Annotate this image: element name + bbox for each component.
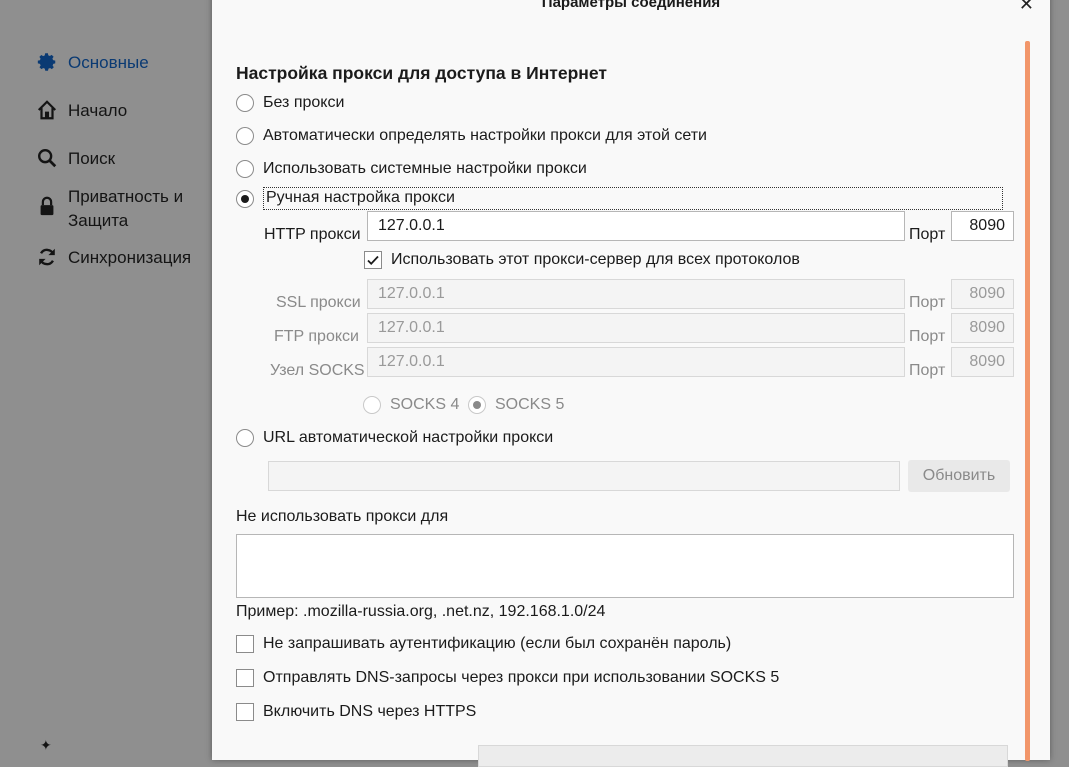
- socks-host-input[interactable]: 127.0.0.1: [367, 347, 905, 377]
- search-icon: [36, 147, 58, 169]
- sidebar-item-search[interactable]: Поиск: [36, 147, 115, 171]
- checkbox-dns-via-socks5[interactable]: Отправлять DNS-запросы через прокси при …: [236, 669, 779, 687]
- proxy-heading: Настройка прокси для доступа в Интернет: [236, 63, 607, 83]
- radio-button[interactable]: [236, 94, 254, 112]
- sidebar-item-label: Основные: [68, 53, 149, 72]
- radio-no-proxy[interactable]: Без прокси: [236, 94, 344, 112]
- radio-label: Использовать системные настройки прокси: [263, 160, 587, 177]
- radio-button[interactable]: [363, 396, 381, 414]
- lock-icon: [36, 195, 58, 217]
- http-proxy-label: HTTP прокси: [264, 226, 361, 243]
- sidebar-item-label: Приватность и Защита: [68, 187, 184, 230]
- radio-button[interactable]: [236, 127, 254, 145]
- sidebar-item-label: Поиск: [68, 149, 116, 168]
- use-for-all-protocols[interactable]: Использовать этот прокси-сервер для всех…: [364, 251, 800, 269]
- radio-label: Автоматически определять настройки прокс…: [263, 127, 707, 144]
- http-port-label: Порт: [909, 226, 946, 243]
- sync-icon: [36, 246, 58, 268]
- checkbox-label: Использовать этот прокси-сервер для всех…: [391, 251, 800, 268]
- radio-auto-detect[interactable]: Автоматически определять настройки прокс…: [236, 127, 707, 145]
- checkbox-checked[interactable]: [364, 251, 382, 269]
- sidebar-item-general[interactable]: Основные: [36, 51, 149, 75]
- radio-label: Ручная настройка прокси: [263, 187, 1003, 210]
- http-proxy-input[interactable]: 127.0.0.1: [367, 211, 905, 241]
- sidebar-item-label: Синхронизация: [68, 248, 192, 267]
- checkbox[interactable]: [236, 703, 254, 721]
- no-proxy-for-label: Не использовать прокси для: [236, 508, 449, 525]
- radio-manual-proxy[interactable]: Ручная настройка прокси: [236, 187, 1003, 210]
- connection-settings-dialog: Параметры соединения ✕ Настройка прокси …: [212, 0, 1050, 767]
- sidebar-item-partial-icon: ✦: [40, 737, 52, 753]
- radio-auto-config-url[interactable]: URL автоматической настройки прокси: [236, 429, 553, 447]
- home-icon: [36, 99, 58, 121]
- checkbox-label: Включить DNS через HTTPS: [263, 703, 477, 720]
- ftp-proxy-label: FTP прокси: [274, 328, 359, 345]
- radio-system-proxy[interactable]: Использовать системные настройки прокси: [236, 160, 587, 178]
- ssl-port-input[interactable]: 8090: [951, 279, 1014, 309]
- radio-button[interactable]: [468, 396, 486, 414]
- sidebar-item-privacy[interactable]: Приватность и Защита: [36, 185, 206, 233]
- sidebar-item-label: Начало: [68, 101, 128, 120]
- ftp-port-input[interactable]: 8090: [951, 313, 1014, 343]
- checkbox-no-auth-prompt[interactable]: Не запрашивать аутентификацию (если был …: [236, 635, 731, 653]
- checkbox[interactable]: [236, 669, 254, 687]
- checkbox-label: Отправлять DNS-запросы через прокси при …: [263, 669, 780, 686]
- http-port-input[interactable]: 8090: [951, 211, 1014, 241]
- sidebar: Основные Начало Поиск Приватность и Защи…: [0, 0, 212, 753]
- auto-config-url-input[interactable]: [268, 461, 900, 491]
- radio-label: URL автоматической настройки прокси: [263, 429, 554, 446]
- checkbox[interactable]: [236, 635, 254, 653]
- radio-button[interactable]: [236, 160, 254, 178]
- socks-host-label: Узел SOCKS: [270, 362, 365, 379]
- socks-port-input[interactable]: 8090: [951, 347, 1014, 377]
- dns-provider-select-partial[interactable]: [478, 745, 1008, 767]
- dialog-content: Настройка прокси для доступа в Интернет …: [236, 0, 1026, 767]
- radio-label: SOCKS 4: [390, 396, 460, 413]
- radio-socks4[interactable]: SOCKS 4: [363, 396, 459, 414]
- radio-button[interactable]: [236, 189, 254, 208]
- gear-icon: [36, 51, 58, 73]
- no-proxy-example: Пример: .mozilla-russia.org, .net.nz, 19…: [236, 603, 606, 620]
- ftp-proxy-input[interactable]: 127.0.0.1: [367, 313, 905, 343]
- checkbox-label: Не запрашивать аутентификацию (если был …: [263, 635, 732, 652]
- ssl-proxy-label: SSL прокси: [276, 294, 361, 311]
- sidebar-item-home[interactable]: Начало: [36, 99, 127, 123]
- radio-socks5[interactable]: SOCKS 5: [468, 396, 564, 414]
- no-proxy-for-textarea[interactable]: [236, 534, 1014, 598]
- sidebar-item-sync[interactable]: Синхронизация: [36, 246, 191, 270]
- radio-button[interactable]: [236, 429, 254, 447]
- ssl-port-label: Порт: [909, 294, 946, 311]
- ftp-port-label: Порт: [909, 328, 946, 345]
- radio-label: SOCKS 5: [495, 396, 565, 413]
- ssl-proxy-input[interactable]: 127.0.0.1: [367, 279, 905, 309]
- socks-port-label: Порт: [909, 362, 946, 379]
- radio-label: Без прокси: [263, 94, 345, 111]
- checkbox-dns-over-https[interactable]: Включить DNS через HTTPS: [236, 703, 476, 721]
- reload-button[interactable]: Обновить: [908, 460, 1010, 492]
